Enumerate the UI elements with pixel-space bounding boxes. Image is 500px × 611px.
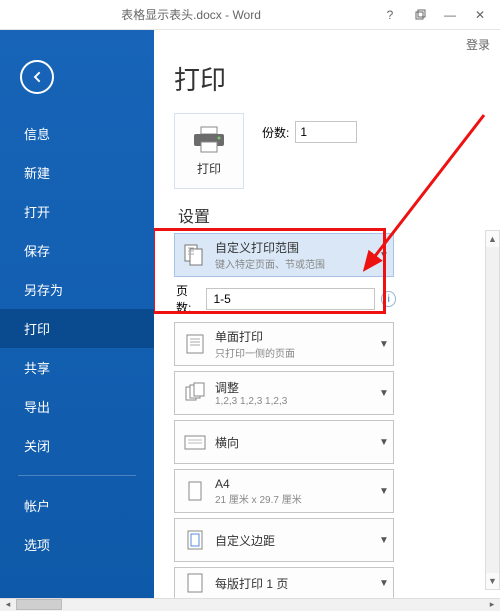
scroll-left-button[interactable]: ◂: [0, 599, 16, 611]
copies-input[interactable]: [295, 121, 357, 143]
page-title: 打印: [174, 60, 490, 97]
option-pages-per-sheet[interactable]: 每版打印 1 页 ▼: [174, 567, 394, 599]
option-orientation[interactable]: 横向 ▼: [174, 420, 394, 464]
one-sided-icon: [175, 324, 215, 364]
nav-save[interactable]: 保存: [0, 231, 154, 270]
nav-close[interactable]: 关闭: [0, 426, 154, 465]
restore-button[interactable]: [406, 4, 434, 26]
back-button[interactable]: [20, 60, 54, 94]
option-one-sided[interactable]: 单面打印只打印一侧的页面 ▼: [174, 322, 394, 366]
chevron-down-icon: ▼: [375, 388, 393, 399]
collate-icon: [175, 373, 215, 413]
backstage-sidebar: 信息 新建 打开 保存 另存为 打印 共享 导出 关闭 帐户 选项: [0, 30, 154, 600]
printer-icon: [192, 126, 226, 154]
chevron-down-icon: ▼: [375, 535, 393, 546]
settings-heading: 设置: [178, 203, 490, 227]
scroll-right-button[interactable]: ▸: [484, 599, 500, 611]
chevron-down-icon: ▼: [375, 578, 393, 589]
scrollbar-thumb[interactable]: [16, 599, 62, 610]
sheet-icon: [175, 563, 215, 600]
back-arrow-icon: [29, 69, 45, 85]
chevron-down-icon: ▼: [375, 486, 393, 497]
chevron-down-icon: ▼: [375, 437, 393, 448]
chevron-down-icon: ▼: [375, 250, 393, 261]
option-margins[interactable]: 自定义边距 ▼: [174, 518, 394, 562]
minimize-button[interactable]: —: [436, 4, 464, 26]
nav-info[interactable]: 信息: [0, 114, 154, 153]
paper-icon: [175, 471, 215, 511]
nav-options[interactable]: 选项: [0, 525, 154, 564]
print-button[interactable]: 打印: [174, 113, 244, 189]
nav-saveas[interactable]: 另存为: [0, 270, 154, 309]
close-button[interactable]: ✕: [466, 4, 494, 26]
nav-separator: [18, 475, 136, 476]
pages-label: 页数:: [176, 282, 200, 316]
landscape-icon: [175, 422, 215, 462]
nav-share[interactable]: 共享: [0, 348, 154, 387]
nav-print[interactable]: 打印: [0, 309, 154, 348]
print-button-label: 打印: [197, 160, 221, 177]
margins-icon: [175, 520, 215, 560]
window-title: 表格显示表头.docx - Word: [6, 6, 376, 23]
help-button[interactable]: ?: [376, 4, 404, 26]
option-paper-size[interactable]: A421 厘米 x 29.7 厘米 ▼: [174, 469, 394, 513]
scroll-up-button[interactable]: ▲: [486, 231, 499, 247]
vertical-scrollbar[interactable]: ▲ ▼: [485, 230, 500, 590]
nav-open[interactable]: 打开: [0, 192, 154, 231]
pages-input[interactable]: [206, 288, 375, 310]
nav-new[interactable]: 新建: [0, 153, 154, 192]
copies-label: 份数:: [262, 124, 289, 141]
nav-export[interactable]: 导出: [0, 387, 154, 426]
chevron-down-icon: ▼: [375, 339, 393, 350]
scroll-down-button[interactable]: ▼: [486, 573, 499, 589]
option-print-range[interactable]: 自定义打印范围键入特定页面、节或范围 ▼: [174, 233, 394, 277]
info-icon[interactable]: i: [381, 291, 396, 307]
pages-icon: [175, 235, 215, 275]
option-collate[interactable]: 调整1,2,3 1,2,3 1,2,3 ▼: [174, 371, 394, 415]
nav-account[interactable]: 帐户: [0, 486, 154, 525]
horizontal-scrollbar[interactable]: ◂ ▸: [0, 598, 500, 611]
